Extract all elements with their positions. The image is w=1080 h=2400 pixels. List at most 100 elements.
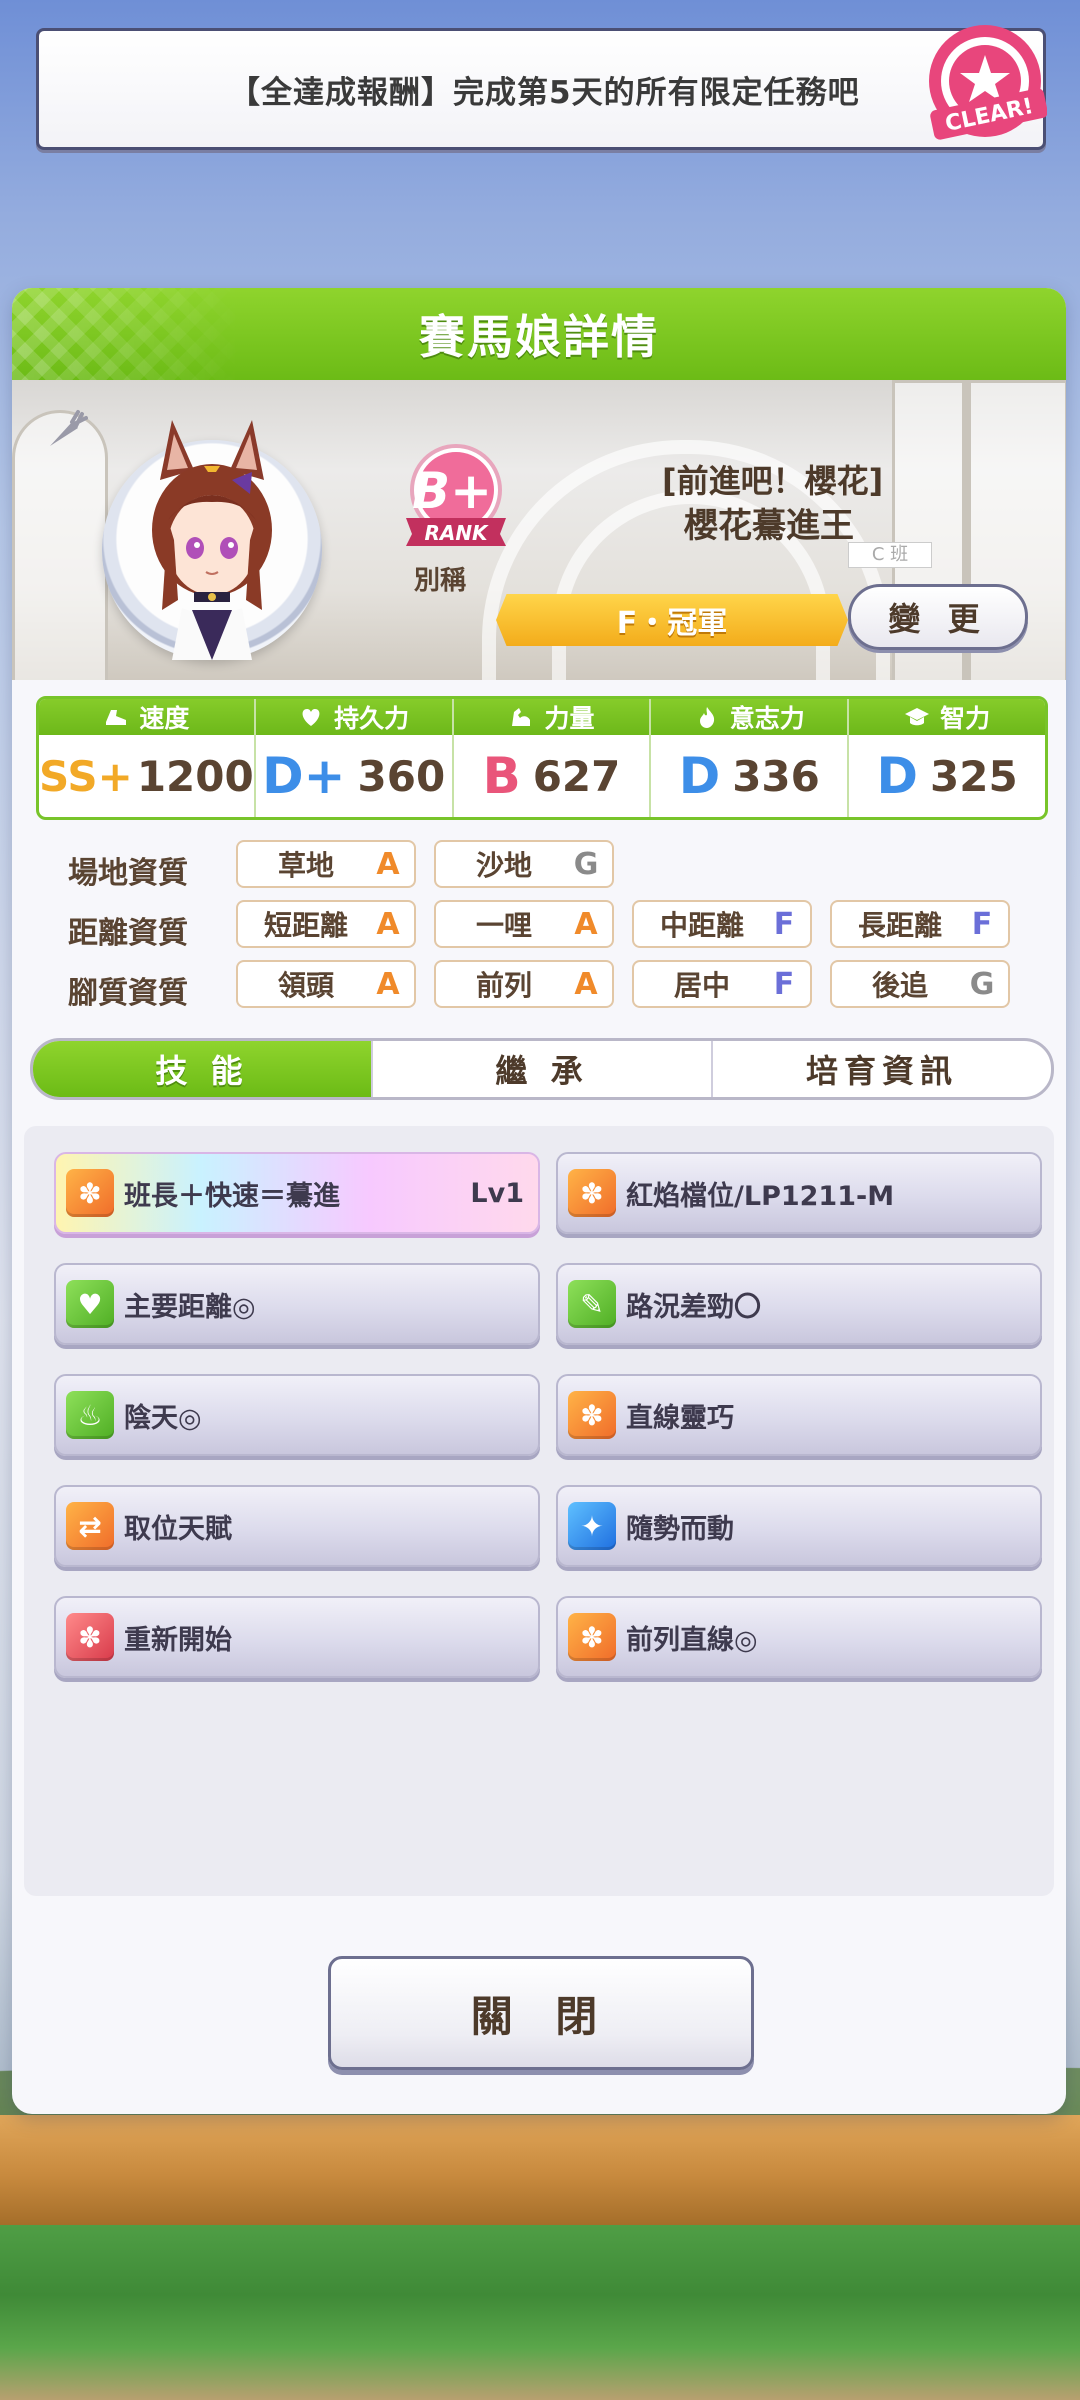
aptitude-grade: G: [573, 846, 599, 882]
runner-icon: ✽: [568, 1391, 616, 1439]
aptitude-row-track: 場地資質 草地 A 沙地 G: [12, 840, 1066, 891]
stat-guts: 意志力 D 336: [651, 699, 850, 817]
aptitude-cell: 居中 F: [632, 960, 812, 1008]
stat-value: 360: [357, 751, 446, 801]
aptitude-cell: 中距離 F: [632, 900, 812, 948]
aptitude-name: 居中: [673, 969, 730, 1002]
change-epithet-button[interactable]: 變 更: [848, 584, 1028, 650]
aptitude-row-distance: 距離資質 短距離 A 一哩 A 中距離 F 長距離 F: [12, 900, 1066, 951]
epithet-ribbon: F・冠軍: [496, 594, 848, 646]
tab-training-info[interactable]: 培育資訊: [713, 1041, 1051, 1097]
aptitude-name: 領頭: [277, 969, 334, 1002]
aptitude-name: 短距離: [263, 909, 348, 942]
character-area: B+ RANK 別稱 [前進吧！櫻花] 櫻花驀進王 C 班 F・冠軍 變 更: [12, 380, 1066, 680]
skill-item[interactable]: ✽ 直線靈巧: [556, 1374, 1042, 1456]
aptitude-grade: A: [376, 966, 400, 1002]
stat-grade: D+: [261, 746, 346, 806]
skill-item[interactable]: ✽ 前列直線◎: [556, 1596, 1042, 1678]
avatar-portrait: [152, 420, 272, 660]
skill-name: 班長＋快速＝驀進: [124, 1180, 340, 1212]
class-sign: C 班: [848, 542, 932, 568]
stat-label: 力量: [544, 704, 595, 733]
muscle-icon: [512, 708, 531, 726]
mission-banner[interactable]: 【全達成報酬】完成第5天的所有限定任務吧 CLEAR!: [36, 25, 1047, 150]
stat-wisdom-body: D 325: [849, 735, 1045, 817]
skill-name: 陰天◎: [124, 1402, 202, 1434]
character-avatar[interactable]: [102, 420, 342, 680]
stat-grade: D: [876, 746, 919, 806]
runner-icon: ✽: [568, 1613, 616, 1661]
skill-item[interactable]: ✦ 隨勢而動: [556, 1485, 1042, 1567]
aptitude-label: 場地資質: [68, 856, 188, 891]
aptitude-name: 前列: [475, 969, 532, 1002]
close-button-label: 關 閉: [470, 1991, 612, 2041]
aptitude-cell: 領頭 A: [236, 960, 416, 1008]
panel-title: 賽馬娘詳情: [419, 310, 659, 364]
stat-stamina-header: 持久力: [255, 699, 452, 735]
aptitude-grade: G: [969, 966, 995, 1002]
stat-guts-header: 意志力: [651, 699, 848, 735]
skill-name: 前列直線◎: [626, 1624, 758, 1656]
stat-grade: SS+: [39, 751, 134, 802]
skill-item[interactable]: ⇄ 取位天賦: [54, 1485, 540, 1567]
rainbow-runner-icon: ✽: [66, 1169, 114, 1217]
change-button-label: 變 更: [888, 600, 988, 638]
nickname-label: 別稱: [414, 566, 467, 596]
stat-speed-body: SS+ 1200: [39, 735, 254, 817]
stat-stamina-body: D+ 360: [256, 735, 452, 817]
skill-item[interactable]: ♨ 陰天◎: [54, 1374, 540, 1456]
stat-value: 325: [930, 751, 1018, 801]
stat-power-header: 力量: [453, 699, 650, 735]
aptitude-grade: F: [773, 966, 795, 1002]
aptitude-name: 中距離: [659, 909, 744, 942]
aptitude-name: 一哩: [475, 909, 532, 942]
aptitude-label: 腳質資質: [68, 976, 188, 1011]
skill-item[interactable]: ✽ 紅焰檔位/LP1211-M: [556, 1152, 1042, 1234]
skill-item[interactable]: ✎ 路況差勁〇: [556, 1263, 1042, 1345]
aptitude-label: 距離資質: [68, 916, 188, 951]
stat-power: 力量 B 627: [453, 699, 652, 817]
stat-label: 速度: [139, 704, 190, 733]
aptitude-row-style: 腳質資質 領頭 A 前列 A 居中 F 後追 G: [12, 960, 1066, 1011]
umamusume-detail-panel: 賽馬娘詳情 B+ RANK 別稱 [前進吧！櫻花] 櫻花驀進王 C 班 F・冠軍…: [12, 288, 1066, 2114]
aptitude-grade: A: [376, 846, 400, 882]
rank-badge: B+ RANK: [406, 444, 506, 546]
aptitude-cell: 一哩 A: [434, 900, 614, 948]
stat-grade: B: [482, 746, 522, 806]
aptitude-cell: 後追 G: [830, 960, 1010, 1008]
skill-name: 直線靈巧: [626, 1402, 734, 1434]
stat-stamina: 持久力 D+ 360: [255, 699, 454, 817]
runner-red-icon: ✽: [66, 1613, 114, 1661]
skill-item[interactable]: ♥ 主要距離◎: [54, 1263, 540, 1345]
epithet-ribbon-text: F・冠軍: [616, 606, 728, 641]
tab-skills[interactable]: 技 能: [33, 1041, 373, 1097]
background-fence: [0, 2115, 1080, 2225]
stat-grade: D: [678, 746, 721, 806]
tab-inheritance[interactable]: 繼 承: [373, 1041, 713, 1097]
aptitude-cell: 長距離 F: [830, 900, 1010, 948]
skills-list: ✽ 班長＋快速＝驀進 Lv1 ✽ 紅焰檔位/LP1211-M ♥ 主要距離◎ ✎…: [24, 1126, 1054, 1896]
aptitude-cell: 前列 A: [434, 960, 614, 1008]
aptitude-cell: 沙地 G: [434, 840, 614, 888]
close-button[interactable]: 關 閉: [328, 1956, 754, 2070]
heart-icon: [302, 709, 320, 726]
aptitude-cell: 草地 A: [236, 840, 416, 888]
runner-icon: ✽: [568, 1169, 616, 1217]
character-name: 櫻花驀進王: [684, 506, 854, 546]
aptitude-name: 後追: [871, 969, 928, 1002]
header-pattern: [12, 288, 242, 380]
skill-name: 路況差勁〇: [626, 1291, 761, 1323]
flame-icon: ♨: [66, 1391, 114, 1439]
stat-speed-header: 速度: [39, 699, 254, 735]
panel-header: 賽馬娘詳情: [12, 288, 1066, 380]
stat-wisdom-header: 智力: [849, 699, 1045, 735]
swap-arrows-icon: ⇄: [66, 1502, 114, 1550]
graduation-cap-icon: [905, 708, 930, 726]
svg-text:RANK: RANK: [424, 521, 489, 545]
skill-item[interactable]: ✽ 班長＋快速＝驀進 Lv1: [54, 1152, 540, 1234]
shoe-icon: [106, 710, 127, 725]
skill-name: 主要距離◎: [124, 1291, 256, 1323]
mission-banner-text: 【全達成報酬】完成第5天的所有限定任務吧: [229, 74, 860, 111]
skill-item[interactable]: ✽ 重新開始: [54, 1596, 540, 1678]
muscle-icon: ✎: [568, 1280, 616, 1328]
